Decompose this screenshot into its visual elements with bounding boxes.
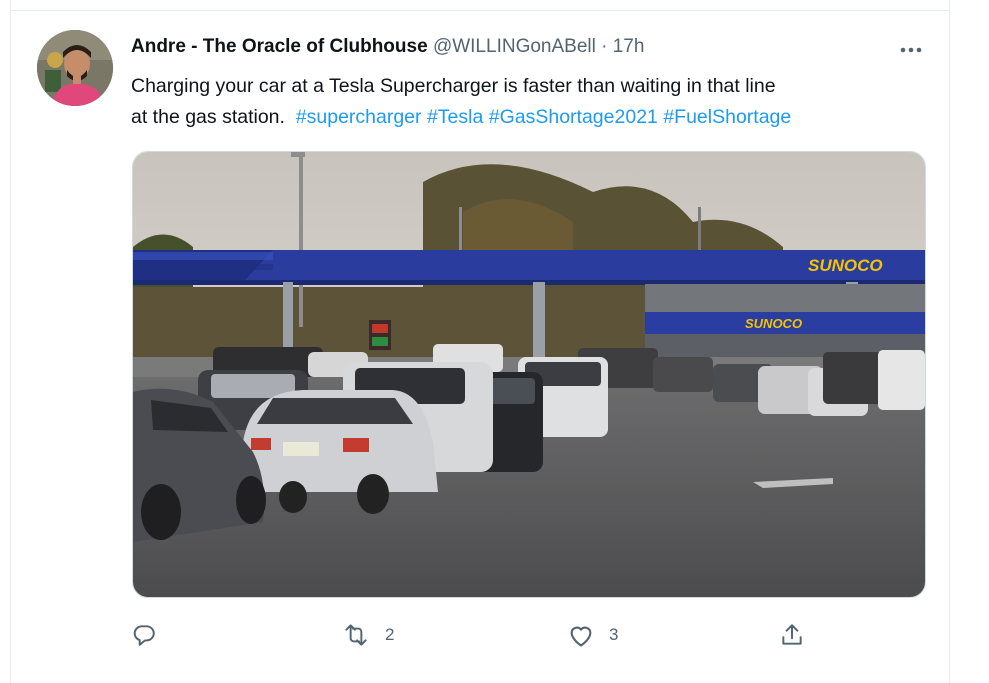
tweet-text-line2: at the gas station. xyxy=(131,106,285,128)
more-options-icon[interactable] xyxy=(899,38,923,61)
hashtag-supercharger[interactable]: #supercharger xyxy=(296,106,422,128)
timestamp[interactable]: 17h xyxy=(613,36,645,57)
canopy-sign-text: SUNOCO xyxy=(808,256,883,275)
tweet-card[interactable]: Andre - The Oracle of Clubhouse @WILLING… xyxy=(10,0,950,683)
hashtag-gasshortage2021[interactable]: #GasShortage2021 xyxy=(489,106,658,128)
reply-icon[interactable] xyxy=(131,622,157,648)
tweet-actions: 2 3 xyxy=(131,618,811,652)
like-button[interactable]: 3 xyxy=(567,618,618,652)
tweet-text-line1: Charging your car at a Tesla Supercharge… xyxy=(131,75,776,97)
like-count: 3 xyxy=(609,625,619,644)
separator: · xyxy=(601,36,608,57)
hashtag-tesla[interactable]: #Tesla xyxy=(427,106,483,128)
tweet-text: Charging your car at a Tesla Supercharge… xyxy=(131,71,921,133)
avatar-image xyxy=(37,30,113,106)
tweet-header: Andre - The Oracle of Clubhouse @WILLING… xyxy=(131,36,644,62)
author-handle[interactable]: @WILLINGonABell xyxy=(433,36,596,57)
heart-icon[interactable] xyxy=(567,622,595,648)
store-sign-text: SUNOCO xyxy=(745,316,802,331)
avatar[interactable] xyxy=(37,30,113,106)
gas-station-photo: SUNOCO SUNOCO xyxy=(133,152,925,597)
retweet-button[interactable]: 2 xyxy=(341,618,394,652)
share-button[interactable] xyxy=(779,618,805,652)
retweet-icon[interactable] xyxy=(341,622,371,648)
author-name[interactable]: Andre - The Oracle of Clubhouse xyxy=(131,36,428,57)
hashtag-fuelshortage[interactable]: #FuelShortage xyxy=(663,106,791,128)
reply-button[interactable] xyxy=(131,618,157,652)
retweet-count: 2 xyxy=(385,625,395,644)
share-icon[interactable] xyxy=(779,622,805,648)
divider xyxy=(11,10,949,11)
tweet-photo[interactable]: SUNOCO SUNOCO xyxy=(132,151,926,598)
